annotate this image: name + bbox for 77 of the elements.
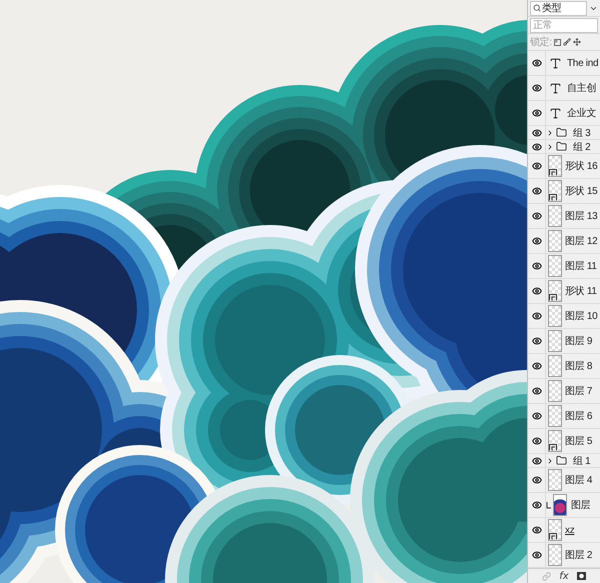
layer-name: 图层 6 [565,410,592,423]
visibility-eye-icon[interactable] [532,386,542,396]
visibility-eye-icon[interactable] [532,361,542,371]
layer-thumbnail [548,544,562,566]
visibility-eye-icon[interactable] [532,236,542,246]
visibility-eye-icon[interactable] [532,83,542,93]
visibility-eye-icon[interactable] [532,108,542,118]
fx-button[interactable]: fx [559,570,569,582]
layer-thumbnail [548,205,562,227]
layer-thumbnail [548,405,562,427]
visibility-eye-icon[interactable] [532,500,542,510]
layer-name: 图层 2 [565,549,592,562]
layer-name: 图层 12 [565,235,598,248]
layer-name: 图层 8 [565,360,592,373]
filter-dropdown[interactable]: 类型 [530,0,587,16]
visibility-eye-icon[interactable] [532,411,542,421]
image-thumbnail [553,494,567,516]
layer-name: 自主创 [567,82,596,95]
layer-name: 形状 11 [565,284,597,298]
text-layer-icon [549,56,562,70]
visibility-eye-icon[interactable] [532,456,542,466]
vector-mask-icon [549,194,557,201]
visibility-eye-icon[interactable] [532,286,542,296]
vector-mask-icon [549,169,557,176]
visibility-eye-icon[interactable] [532,261,542,271]
brush-icon[interactable] [562,38,571,46]
visibility-eye-icon[interactable] [532,525,542,535]
layer-name: 组 1 [573,454,590,468]
layer-thumbnail [548,230,562,252]
layer-name: 形状 15 [565,184,598,198]
lock-transparency-icon[interactable] [554,38,561,46]
vector-mask-icon [549,533,557,540]
layer-thumbnail [548,330,562,352]
visibility-eye-icon[interactable] [532,475,542,485]
visibility-eye-icon[interactable] [532,128,542,138]
layer-name: 图层 4 [565,474,592,487]
visibility-eye-icon[interactable] [532,550,542,560]
layer-name: 组 2 [573,140,590,154]
collapsed-caret-icon[interactable] [546,142,554,150]
lock-label: 锁定: [530,36,552,49]
layer-thumbnail [548,305,562,327]
visibility-eye-icon[interactable] [532,142,542,152]
layer-thumbnail [548,255,562,277]
layer-name: 组 3 [573,126,590,140]
layer-name: 图层 9 [565,335,592,348]
layer-name: The ind [567,58,598,68]
visibility-eye-icon[interactable] [532,311,542,321]
visibility-eye-icon[interactable] [532,436,542,446]
visibility-eye-icon[interactable] [532,336,542,346]
vector-mask-icon [549,294,557,301]
visibility-eye-icon[interactable] [532,58,542,68]
visibility-eye-icon[interactable] [532,186,542,196]
layer-name: 图层 5 [565,435,592,448]
layer-name: 图层 7 [565,385,592,398]
visibility-eye-icon[interactable] [532,211,542,221]
layer-name: 图层 11 [565,260,597,273]
layer-thumbnail [548,469,562,491]
layer-thumbnail [548,380,562,402]
mask-icon[interactable] [576,572,586,580]
move-icon[interactable] [572,38,581,46]
search-icon [533,4,541,12]
layer-thumbnail [548,355,562,377]
layer-name: 形状 16 [565,160,598,173]
collapsed-caret-icon[interactable] [546,128,554,136]
text-layer-icon [549,106,562,120]
visibility-eye-icon[interactable] [532,161,542,171]
layer-name: 图层 13 [565,210,598,223]
folder-icon [556,127,567,138]
collapsed-caret-icon[interactable] [546,456,554,464]
layer-name: 图层 10 [565,310,598,323]
layer-name: 图层 [571,499,590,512]
vector-mask-icon [549,444,557,451]
folder-icon [556,141,567,152]
folder-icon [556,455,567,466]
layer-name: xz [565,524,574,536]
text-layer-icon [549,82,562,94]
layer-name: 企业文 [567,106,596,120]
